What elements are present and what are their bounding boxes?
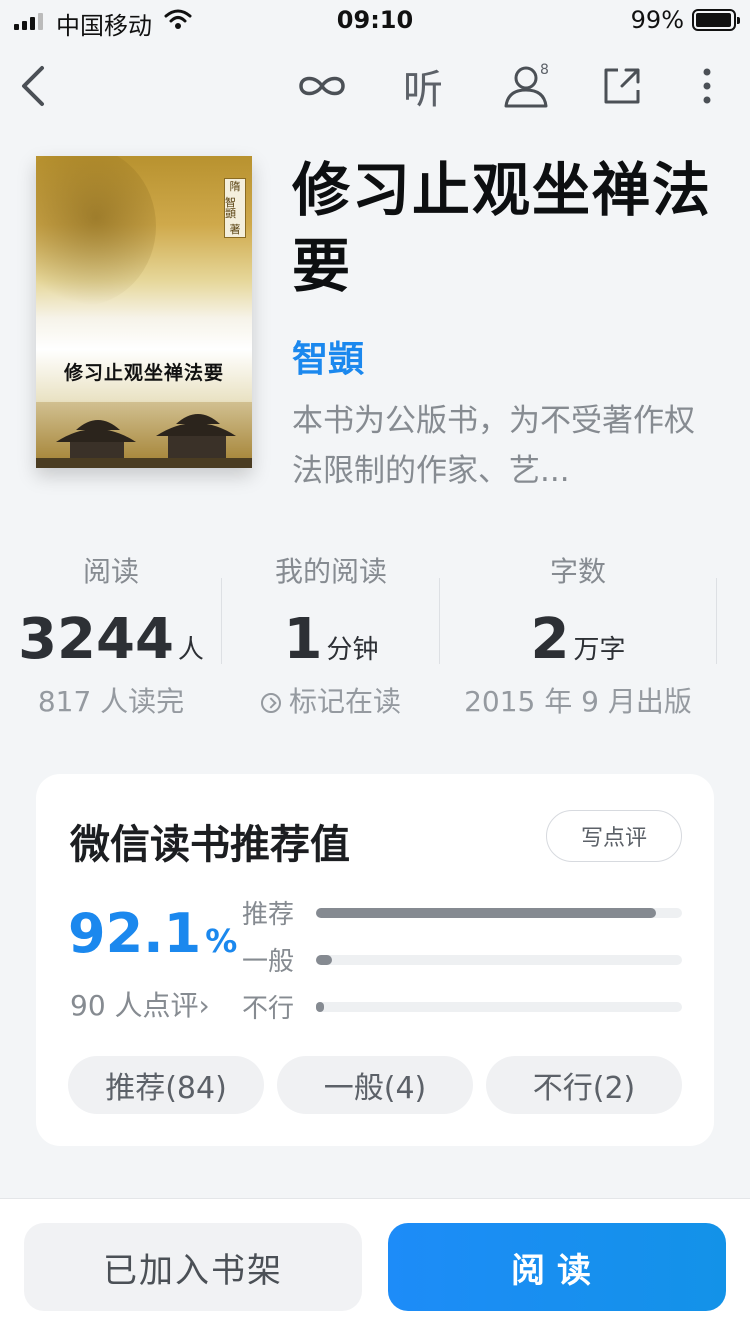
- listen-button[interactable]: 听: [398, 58, 448, 114]
- rating-bar-track: [316, 955, 682, 965]
- back-icon: [22, 66, 44, 106]
- read-button[interactable]: 阅读: [388, 1223, 726, 1311]
- rating-bar-fill: [316, 908, 657, 918]
- more-button[interactable]: [690, 58, 724, 114]
- recommendation-card: 微信读书推荐值 写点评 92.1% 90 人点评› 推荐 一般 不行 推荐(84…: [36, 774, 714, 1146]
- bad-chip[interactable]: 不行(2): [486, 1056, 682, 1114]
- readers-value: 3244 人: [18, 607, 204, 672]
- publish-date: 2015 年 9 月出版: [464, 685, 692, 718]
- word-count-value: 2 万字: [530, 607, 626, 672]
- recommend-chip[interactable]: 推荐(84): [68, 1056, 264, 1114]
- bottom-action-bar: 已加入书架 阅读: [0, 1198, 750, 1334]
- added-to-shelf-button[interactable]: 已加入书架: [24, 1223, 362, 1311]
- readers-label: 阅读: [82, 555, 139, 588]
- cover-title: 修习止观坐禅法要: [63, 362, 224, 384]
- temple-illustration: [36, 402, 252, 468]
- rating-bar-track: [316, 1002, 682, 1012]
- readers-stat[interactable]: 阅读 3244 人 817 人读完: [0, 548, 222, 724]
- battery-icon: [692, 9, 740, 31]
- rating-bar-row: 一般: [242, 937, 682, 984]
- book-cover[interactable]: 隋 智顗 著 修习止观坐禅法要: [36, 156, 252, 468]
- rating-count-link[interactable]: 90 人点评›: [70, 984, 210, 1024]
- back-button[interactable]: [8, 58, 56, 114]
- rating-bar-label: 不行: [242, 994, 295, 1024]
- cover-author-seal: 隋 智顗 著: [224, 178, 246, 238]
- rating-bar-label: 推荐: [242, 900, 295, 930]
- book-title: 修习止观坐禅法要: [292, 156, 713, 300]
- infinity-icon: [299, 76, 345, 96]
- battery-percent: 99%: [630, 6, 684, 34]
- word-count-label: 字数: [549, 555, 606, 588]
- nav-bar: 听 8: [0, 48, 750, 124]
- rating-bar-fill: [316, 955, 333, 965]
- more-icon: [703, 68, 711, 104]
- rating-bar-fill: [316, 1002, 325, 1012]
- share-icon: [604, 68, 640, 104]
- rating-bar-row: 不行: [242, 984, 682, 1031]
- author-link[interactable]: 智顗: [292, 330, 364, 382]
- share-button[interactable]: [598, 58, 646, 114]
- stats-row: 阅读 3244 人 817 人读完 我的阅读 1 分钟 标记在读 字数 2 万字 20…: [0, 548, 750, 738]
- buddha-face-image: [36, 156, 156, 306]
- average-chip[interactable]: 一般(4): [277, 1056, 473, 1114]
- rating-chips: 推荐(84) 一般(4) 不行(2): [68, 1056, 682, 1114]
- status-bar: 中国移动 09:10 99%: [0, 0, 750, 40]
- arrow-circle-icon: [260, 693, 281, 713]
- recommendation-title: 微信读书推荐值: [70, 822, 350, 868]
- write-review-button[interactable]: 写点评: [546, 810, 682, 862]
- my-reading-label: 我的阅读: [274, 555, 387, 588]
- mark-reading-button[interactable]: 标记在读: [222, 680, 440, 724]
- recommend-percent: 92.1%: [68, 902, 238, 965]
- friends-count-badge: 8: [540, 62, 549, 78]
- word-count-stat: 字数 2 万字 2015 年 9 月出版: [440, 548, 716, 724]
- rating-bar-track: [316, 908, 682, 918]
- finished-readers: 817 人读完: [37, 685, 185, 718]
- book-description[interactable]: 本书为公版书，为不受著作权法限制的作家、艺...: [292, 396, 712, 496]
- divider: [716, 578, 717, 664]
- my-reading-stat[interactable]: 我的阅读 1 分钟 标记在读: [222, 548, 440, 724]
- infinite-card-button[interactable]: [294, 58, 350, 114]
- rating-bars: 推荐 一般 不行: [242, 890, 682, 1031]
- my-reading-value: 1 分钟: [283, 607, 379, 672]
- rating-bar-label: 一般: [242, 947, 295, 977]
- rating-bar-row: 推荐: [242, 890, 682, 937]
